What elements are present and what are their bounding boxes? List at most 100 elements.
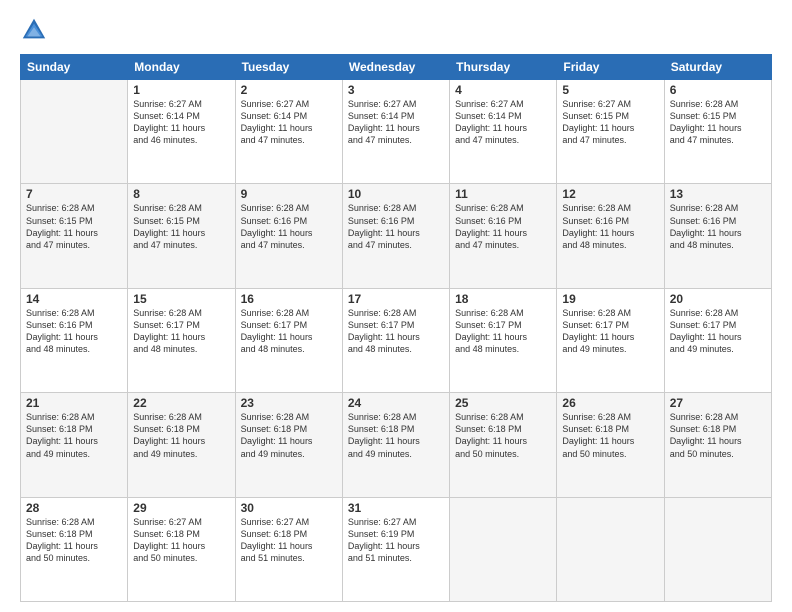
- weekday-wednesday: Wednesday: [342, 55, 449, 80]
- day-info: Sunrise: 6:28 AM Sunset: 6:18 PM Dayligh…: [348, 411, 444, 460]
- day-info: Sunrise: 6:28 AM Sunset: 6:16 PM Dayligh…: [26, 307, 122, 356]
- day-number: 23: [241, 396, 337, 410]
- calendar-cell: 26Sunrise: 6:28 AM Sunset: 6:18 PM Dayli…: [557, 393, 664, 497]
- day-number: 10: [348, 187, 444, 201]
- day-number: 3: [348, 83, 444, 97]
- calendar-cell: 7Sunrise: 6:28 AM Sunset: 6:15 PM Daylig…: [21, 184, 128, 288]
- header: [20, 16, 772, 44]
- calendar-cell: 5Sunrise: 6:27 AM Sunset: 6:15 PM Daylig…: [557, 80, 664, 184]
- day-number: 9: [241, 187, 337, 201]
- logo-icon: [20, 16, 48, 44]
- week-row-2: 7 Sunrise: 6:28 AM Sunset: 6:15 PM Daylig…: [21, 184, 772, 288]
- day-info: Sunrise: 6:28 AM Sunset: 6:18 PM Dayligh…: [133, 411, 229, 460]
- day-info: Sunrise: 6:28 AM Sunset: 6:16 PM Dayligh…: [348, 202, 444, 251]
- weekday-sunday: Sunday: [21, 55, 128, 80]
- day-number: 22: [133, 396, 229, 410]
- day-info: Sunrise: 6:28 AM Sunset: 6:17 PM Dayligh…: [670, 307, 766, 356]
- calendar-cell: 27Sunrise: 6:28 AM Sunset: 6:18 PM Dayli…: [664, 393, 771, 497]
- day-info: Sunrise: 6:27 AM Sunset: 6:14 PM Dayligh…: [455, 98, 551, 147]
- calendar-cell: 4Sunrise: 6:27 AM Sunset: 6:14 PM Daylig…: [450, 80, 557, 184]
- day-number: 28: [26, 501, 122, 515]
- day-number: 24: [348, 396, 444, 410]
- calendar-cell: 31Sunrise: 6:27 AM Sunset: 6:19 PM Dayli…: [342, 497, 449, 601]
- week-row-3: 14Sunrise: 6:28 AM Sunset: 6:16 PM Dayli…: [21, 288, 772, 392]
- day-info: Sunrise: 6:28 AM Sunset: 6:17 PM Dayligh…: [348, 307, 444, 356]
- calendar-cell: 29Sunrise: 6:27 AM Sunset: 6:18 PM Dayli…: [128, 497, 235, 601]
- day-number: 4: [455, 83, 551, 97]
- calendar-cell: 1Sunrise: 6:27 AM Sunset: 6:14 PM Daylig…: [128, 80, 235, 184]
- day-number: 27: [670, 396, 766, 410]
- day-number: 11: [455, 187, 551, 201]
- calendar-cell: 14Sunrise: 6:28 AM Sunset: 6:16 PM Dayli…: [21, 288, 128, 392]
- calendar-cell: 12Sunrise: 6:28 AM Sunset: 6:16 PM Dayli…: [557, 184, 664, 288]
- day-number: 19: [562, 292, 658, 306]
- calendar-cell: 22Sunrise: 6:28 AM Sunset: 6:18 PM Dayli…: [128, 393, 235, 497]
- weekday-friday: Friday: [557, 55, 664, 80]
- calendar-cell: 23Sunrise: 6:28 AM Sunset: 6:18 PM Dayli…: [235, 393, 342, 497]
- day-info: Sunrise: 6:28 AM Sunset: 6:18 PM Dayligh…: [241, 411, 337, 460]
- calendar-cell: 2Sunrise: 6:27 AM Sunset: 6:14 PM Daylig…: [235, 80, 342, 184]
- day-info: Sunrise: 6:28 AM Sunset: 6:18 PM Dayligh…: [26, 516, 122, 565]
- day-info: Sunrise: 6:28 AM Sunset: 6:15 PM Dayligh…: [133, 202, 229, 251]
- calendar-cell: 19Sunrise: 6:28 AM Sunset: 6:17 PM Dayli…: [557, 288, 664, 392]
- day-number: 12: [562, 187, 658, 201]
- calendar-cell: 3Sunrise: 6:27 AM Sunset: 6:14 PM Daylig…: [342, 80, 449, 184]
- calendar-cell: 30Sunrise: 6:27 AM Sunset: 6:18 PM Dayli…: [235, 497, 342, 601]
- day-info: Sunrise: 6:28 AM Sunset: 6:18 PM Dayligh…: [670, 411, 766, 460]
- day-number: 7: [26, 187, 122, 201]
- logo: [20, 16, 52, 44]
- day-info: Sunrise: 6:27 AM Sunset: 6:19 PM Dayligh…: [348, 516, 444, 565]
- calendar-cell: [450, 497, 557, 601]
- weekday-saturday: Saturday: [664, 55, 771, 80]
- day-number: 2: [241, 83, 337, 97]
- day-info: Sunrise: 6:28 AM Sunset: 6:17 PM Dayligh…: [455, 307, 551, 356]
- day-number: 30: [241, 501, 337, 515]
- calendar-cell: 21Sunrise: 6:28 AM Sunset: 6:18 PM Dayli…: [21, 393, 128, 497]
- day-info: Sunrise: 6:27 AM Sunset: 6:15 PM Dayligh…: [562, 98, 658, 147]
- week-row-4: 21Sunrise: 6:28 AM Sunset: 6:18 PM Dayli…: [21, 393, 772, 497]
- day-number: 14: [26, 292, 122, 306]
- week-row-5: 28Sunrise: 6:28 AM Sunset: 6:18 PM Dayli…: [21, 497, 772, 601]
- day-info: Sunrise: 6:28 AM Sunset: 6:17 PM Dayligh…: [562, 307, 658, 356]
- calendar-cell: [557, 497, 664, 601]
- day-number: 17: [348, 292, 444, 306]
- day-info: Sunrise: 6:28 AM Sunset: 6:16 PM Dayligh…: [455, 202, 551, 251]
- day-number: 18: [455, 292, 551, 306]
- day-number: 6: [670, 83, 766, 97]
- day-info: Sunrise: 6:27 AM Sunset: 6:14 PM Dayligh…: [241, 98, 337, 147]
- day-info: Sunrise: 6:28 AM Sunset: 6:18 PM Dayligh…: [26, 411, 122, 460]
- calendar-cell: 16Sunrise: 6:28 AM Sunset: 6:17 PM Dayli…: [235, 288, 342, 392]
- calendar: SundayMondayTuesdayWednesdayThursdayFrid…: [20, 54, 772, 602]
- week-row-1: 1 Sunrise: 6:27 AM Sunset: 6:14 PM Daylig…: [21, 80, 772, 184]
- day-info: Sunrise: 6:27 AM Sunset: 6:18 PM Dayligh…: [133, 516, 229, 565]
- day-info: Sunrise: 6:28 AM Sunset: 6:17 PM Dayligh…: [241, 307, 337, 356]
- day-info: Sunrise: 6:27 AM Sunset: 6:14 PM Dayligh…: [348, 98, 444, 147]
- day-number: 16: [241, 292, 337, 306]
- day-number: 31: [348, 501, 444, 515]
- day-number: 1: [133, 83, 229, 97]
- day-info: Sunrise: 6:27 AM Sunset: 6:18 PM Dayligh…: [241, 516, 337, 565]
- calendar-cell: 28Sunrise: 6:28 AM Sunset: 6:18 PM Dayli…: [21, 497, 128, 601]
- weekday-thursday: Thursday: [450, 55, 557, 80]
- day-number: 26: [562, 396, 658, 410]
- weekday-header-row: SundayMondayTuesdayWednesdayThursdayFrid…: [21, 55, 772, 80]
- day-info: Sunrise: 6:28 AM Sunset: 6:16 PM Dayligh…: [670, 202, 766, 251]
- calendar-cell: 20Sunrise: 6:28 AM Sunset: 6:17 PM Dayli…: [664, 288, 771, 392]
- calendar-cell: 17Sunrise: 6:28 AM Sunset: 6:17 PM Dayli…: [342, 288, 449, 392]
- calendar-cell: 10Sunrise: 6:28 AM Sunset: 6:16 PM Dayli…: [342, 184, 449, 288]
- day-info: Sunrise: 6:28 AM Sunset: 6:18 PM Dayligh…: [562, 411, 658, 460]
- day-number: 29: [133, 501, 229, 515]
- day-number: 13: [670, 187, 766, 201]
- day-number: 15: [133, 292, 229, 306]
- day-number: 21: [26, 396, 122, 410]
- page: SundayMondayTuesdayWednesdayThursdayFrid…: [0, 0, 792, 612]
- calendar-cell: 18Sunrise: 6:28 AM Sunset: 6:17 PM Dayli…: [450, 288, 557, 392]
- day-info: Sunrise: 6:28 AM Sunset: 6:16 PM Dayligh…: [562, 202, 658, 251]
- day-number: 8: [133, 187, 229, 201]
- calendar-cell: 15Sunrise: 6:28 AM Sunset: 6:17 PM Dayli…: [128, 288, 235, 392]
- calendar-cell: 25Sunrise: 6:28 AM Sunset: 6:18 PM Dayli…: [450, 393, 557, 497]
- day-number: 20: [670, 292, 766, 306]
- calendar-cell: [21, 80, 128, 184]
- calendar-cell: 11Sunrise: 6:28 AM Sunset: 6:16 PM Dayli…: [450, 184, 557, 288]
- calendar-cell: 13Sunrise: 6:28 AM Sunset: 6:16 PM Dayli…: [664, 184, 771, 288]
